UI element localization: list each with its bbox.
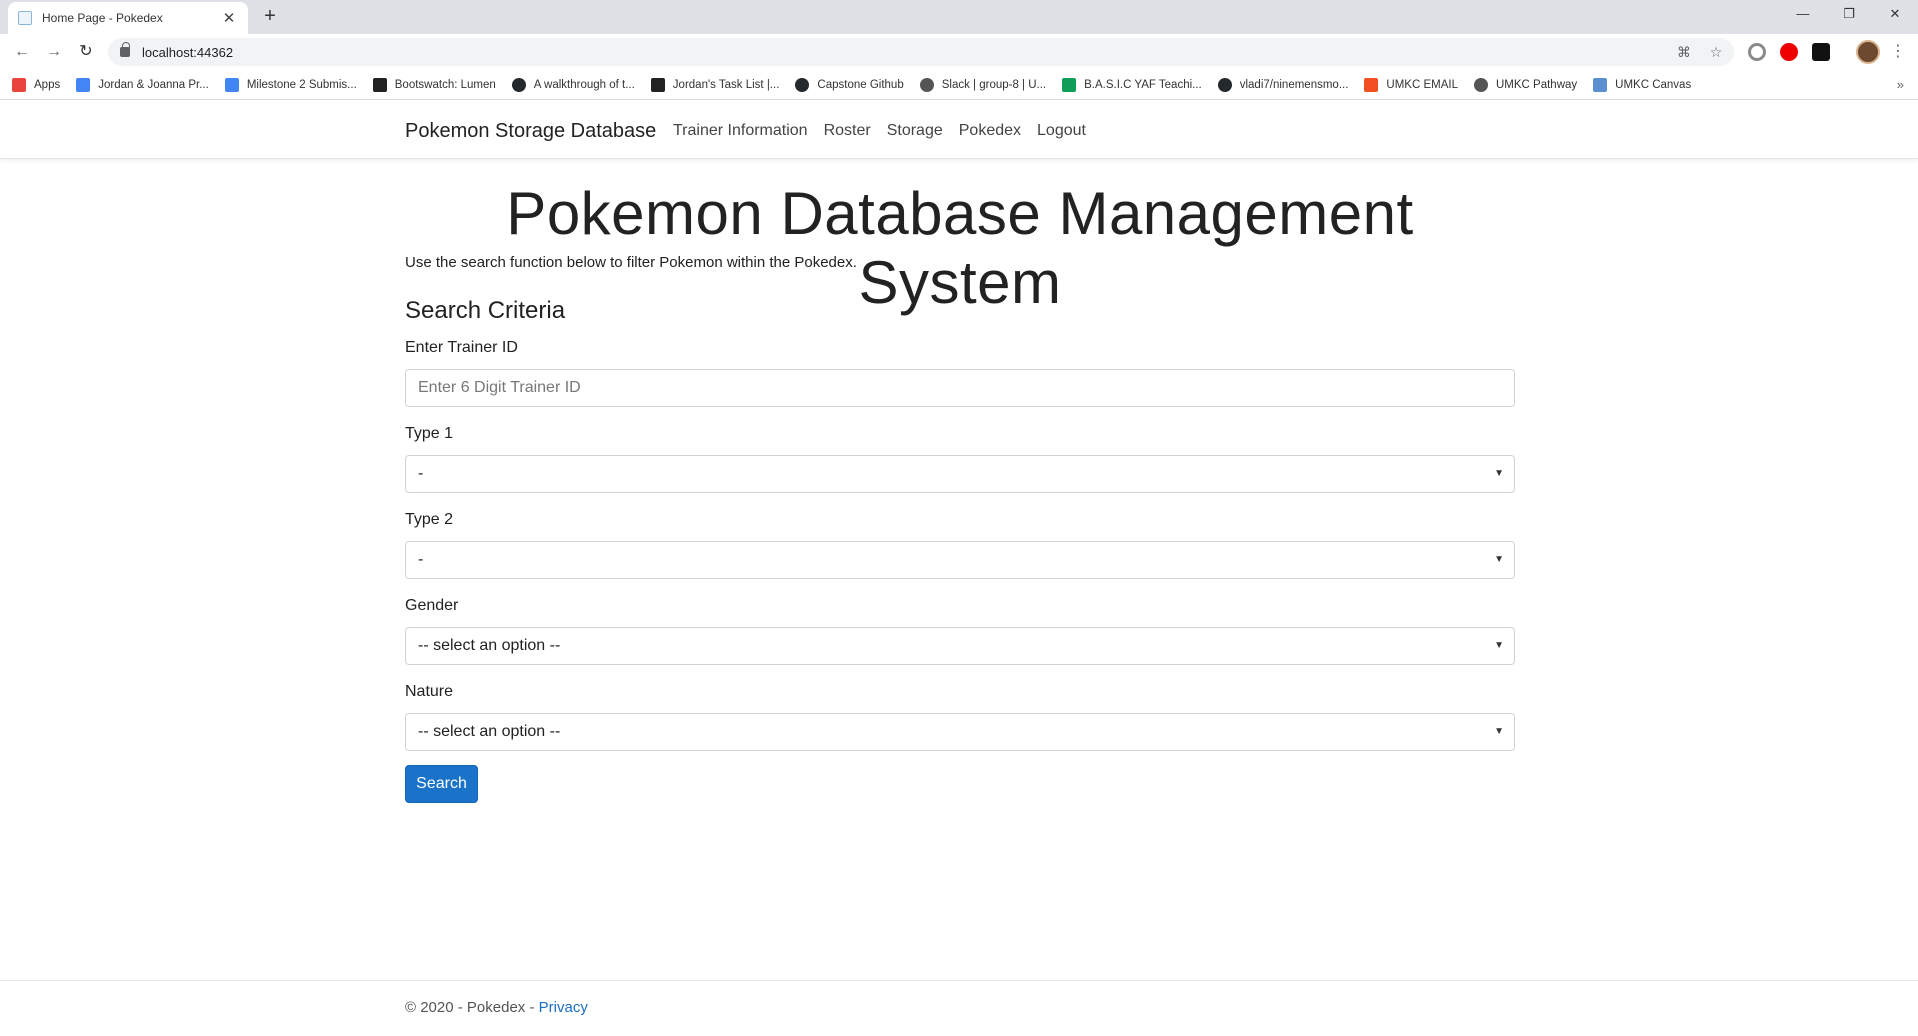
bookmark-label: UMKC Pathway [1495, 78, 1578, 91]
page-viewport: Pokemon Storage Database Trainer Informa… [0, 101, 1918, 1036]
chevron-down-icon: ▼ [1494, 640, 1504, 651]
bookmark-label: Capstone Github [817, 78, 904, 91]
address-bar[interactable]: localhost:44362 [108, 38, 1734, 66]
globe-icon [919, 77, 934, 92]
bookmark-item[interactable]: vladi7/ninemensmo... [1217, 77, 1349, 92]
search-button[interactable]: Search [405, 765, 478, 803]
translate-icon[interactable]: ⌘ [1674, 42, 1694, 62]
bookmark-label: A walkthrough of t... [533, 78, 635, 91]
google-docs-icon [224, 77, 239, 92]
gender-selected-value: -- select an option -- [418, 637, 561, 654]
browser-toolbar: ← → ↻ localhost:44362 ⌘ ☆ ⋮ [0, 34, 1918, 70]
site-footer: © 2020 - Pokedex - Privacy [0, 980, 1918, 1036]
browser-tabstrip: Home Page - Pokedex ✕ + — ❐ ✕ [0, 0, 1918, 34]
privacy-link[interactable]: Privacy [539, 999, 588, 1016]
bookmark-label: Milestone 2 Submis... [246, 78, 357, 91]
gender-label: Gender [405, 597, 459, 614]
bookmark-item[interactable]: Jordan & Joanna Pr... [76, 77, 209, 92]
notion-extension-icon[interactable] [1812, 43, 1830, 61]
more-bookmarks-icon[interactable]: » [1897, 77, 1904, 92]
intro-text: Use the search function below to filter … [405, 254, 857, 271]
footer-text: © 2020 - Pokedex - Privacy [405, 999, 588, 1016]
bookmarks-bar: Apps Jordan & Joanna Pr... Milestone 2 Sub… [0, 70, 1918, 100]
bookmark-label: vladi7/ninemensmo... [1239, 78, 1349, 91]
bookmark-item[interactable]: Bootswatch: Lumen [372, 77, 496, 92]
browser-menu-icon[interactable]: ⋮ [1890, 40, 1906, 64]
bookmark-label: UMKC EMAIL [1386, 78, 1458, 91]
opera-extension-icon[interactable] [1780, 43, 1798, 61]
github-icon [795, 77, 810, 92]
bookmark-label: UMKC Canvas [1615, 78, 1692, 91]
page-favicon-icon [18, 11, 32, 25]
nav-link-trainer-information[interactable]: Trainer Information [673, 122, 808, 140]
site-navbar: Pokemon Storage Database Trainer Informa… [0, 101, 1918, 159]
globe-icon [1473, 77, 1488, 92]
gender-select[interactable]: -- select an option -- ▼ [405, 627, 1515, 665]
google-docs-icon [76, 77, 91, 92]
google-sheets-icon [1062, 77, 1077, 92]
back-arrow-icon[interactable]: ← [10, 40, 34, 64]
bookmark-label: Jordan & Joanna Pr... [98, 78, 209, 91]
reload-icon[interactable]: ↻ [74, 40, 98, 64]
lock-icon [120, 42, 130, 57]
trello-icon [650, 77, 665, 92]
minimize-icon[interactable]: — [1780, 0, 1826, 28]
bookmark-item[interactable]: A walkthrough of t... [511, 77, 635, 92]
chevron-down-icon: ▼ [1494, 554, 1504, 565]
extension-icon[interactable] [1748, 43, 1766, 61]
navbar-brand[interactable]: Pokemon Storage Database [405, 120, 656, 143]
bookmark-label: Slack | group-8 | U... [941, 78, 1047, 91]
new-tab-button[interactable]: + [258, 4, 282, 28]
type1-selected-value: - [418, 465, 424, 482]
profile-avatar[interactable] [1856, 40, 1880, 64]
nav-link-storage[interactable]: Storage [887, 122, 943, 140]
trainer-id-label: Enter Trainer ID [405, 339, 518, 356]
nav-link-logout[interactable]: Logout [1037, 122, 1086, 140]
close-tab-icon[interactable]: ✕ [220, 9, 238, 27]
chevron-down-icon: ▼ [1494, 468, 1504, 479]
search-criteria-heading: Search Criteria [405, 297, 566, 324]
footer-copyright: © 2020 - Pokedex - [405, 999, 535, 1016]
github-icon [511, 77, 526, 92]
nav-link-pokedex[interactable]: Pokedex [959, 122, 1021, 140]
bookmark-item[interactable]: Slack | group-8 | U... [919, 77, 1047, 92]
forward-arrow-icon[interactable]: → [42, 40, 66, 64]
restore-icon[interactable]: ❐ [1826, 0, 1872, 28]
bookmark-label: Apps [34, 78, 61, 91]
apps-grid-icon [12, 77, 26, 92]
trainer-id-placeholder: Enter 6 Digit Trainer ID [418, 379, 581, 396]
umkc-icon [1593, 77, 1608, 92]
nature-selected-value: -- select an option -- [418, 723, 561, 740]
bookmark-label: Bootswatch: Lumen [394, 78, 496, 91]
url-text: localhost:44362 [142, 44, 234, 60]
bookmark-star-icon[interactable]: ☆ [1706, 42, 1726, 62]
type1-select[interactable]: - ▼ [405, 455, 1515, 493]
type2-select[interactable]: - ▼ [405, 541, 1515, 579]
browser-tab[interactable]: Home Page - Pokedex ✕ [8, 2, 248, 34]
bootswatch-icon [372, 77, 387, 92]
type2-selected-value: - [418, 551, 424, 568]
type1-label: Type 1 [405, 425, 454, 442]
bookmark-item[interactable]: Jordan's Task List |... [650, 77, 780, 92]
bookmark-item[interactable]: B.A.S.I.C YAF Teachi... [1062, 77, 1202, 92]
close-window-icon[interactable]: ✕ [1872, 0, 1918, 28]
navbar-links: Trainer Information Roster Storage Poked… [673, 122, 1102, 140]
microsoft-icon [1364, 77, 1379, 92]
bookmark-item[interactable]: Capstone Github [795, 77, 904, 92]
bookmark-item[interactable]: UMKC EMAIL [1364, 77, 1458, 92]
nature-label: Nature [405, 683, 454, 700]
nature-select[interactable]: -- select an option -- ▼ [405, 713, 1515, 751]
github-icon [1217, 77, 1232, 92]
bookmark-label: B.A.S.I.C YAF Teachi... [1084, 78, 1202, 91]
tab-title: Home Page - Pokedex [42, 11, 163, 25]
chevron-down-icon: ▼ [1494, 726, 1504, 737]
bookmark-item[interactable]: Apps [12, 77, 61, 92]
bookmark-item[interactable]: Milestone 2 Submis... [224, 77, 357, 92]
type2-label: Type 2 [405, 511, 454, 528]
bookmark-label: Jordan's Task List |... [672, 78, 780, 91]
nav-link-roster[interactable]: Roster [824, 122, 871, 140]
trainer-id-input[interactable]: Enter 6 Digit Trainer ID [405, 369, 1515, 407]
bookmark-item[interactable]: UMKC Pathway [1473, 77, 1578, 92]
bookmark-item[interactable]: UMKC Canvas [1593, 77, 1692, 92]
